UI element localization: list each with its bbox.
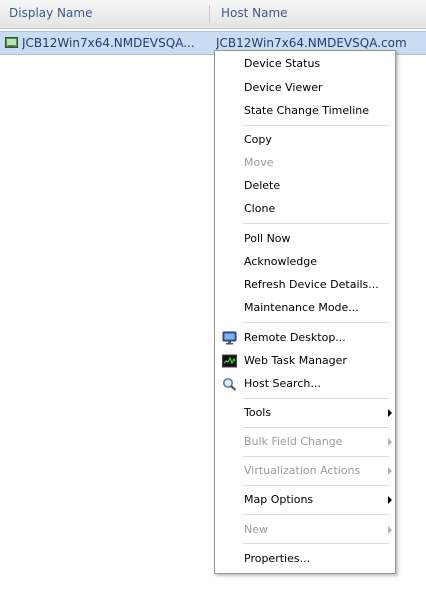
- menu-item-label: Maintenance Mode...: [244, 301, 359, 314]
- menu-item-label: State Change Timeline: [244, 104, 369, 117]
- menu-item-device-viewer[interactable]: Device Viewer: [215, 77, 395, 99]
- menu-item-label: Host Search...: [244, 377, 321, 390]
- menu-separator: [243, 514, 389, 515]
- submenu-arrow-icon: [388, 496, 392, 504]
- table-header: Display Name Host Name: [0, 0, 426, 29]
- menu-item-maintenance-mode[interactable]: Maintenance Mode...: [215, 297, 395, 319]
- menu-item-state-change-timeline[interactable]: State Change Timeline: [215, 100, 395, 122]
- menu-item-label: Map Options: [244, 493, 314, 506]
- menu-separator: [243, 456, 389, 457]
- menu-item-label: Move: [244, 156, 274, 169]
- menu-item-label: Copy: [244, 133, 272, 146]
- menu-item-label: New: [244, 523, 268, 536]
- menu-item-device-status[interactable]: Device Status: [215, 53, 395, 75]
- menu-item-host-search[interactable]: Host Search...: [215, 373, 395, 395]
- magnifier-icon: [223, 378, 237, 391]
- device-icon: [5, 37, 18, 48]
- menu-item-tools[interactable]: Tools: [215, 402, 395, 424]
- menu-item-label: Device Status: [244, 57, 321, 70]
- menu-item-label: Properties...: [244, 552, 311, 565]
- submenu-arrow-icon: [388, 526, 392, 534]
- monitor-icon: [222, 331, 237, 345]
- menu-item-label: Web Task Manager: [244, 354, 347, 367]
- menu-item-label: Tools: [244, 406, 272, 419]
- menu-item-copy[interactable]: Copy: [215, 129, 395, 151]
- menu-item-move: Move: [215, 152, 395, 174]
- menu-item-map-options[interactable]: Map Options: [215, 489, 395, 511]
- menu-item-acknowledge[interactable]: Acknowledge: [215, 251, 395, 273]
- display-name-cell: JCB12Win7x64.NMDEVSQA...: [22, 36, 195, 50]
- menu-item-label: Refresh Device Details...: [244, 278, 379, 291]
- column-header-host-name[interactable]: Host Name: [221, 0, 288, 28]
- menu-item-label: Acknowledge: [244, 255, 318, 268]
- menu-item-refresh-device-details[interactable]: Refresh Device Details...: [215, 274, 395, 296]
- menu-item-label: Poll Now: [244, 232, 291, 245]
- menu-separator: [243, 398, 389, 399]
- submenu-arrow-icon: [388, 467, 392, 475]
- menu-item-delete[interactable]: Delete: [215, 175, 395, 197]
- menu-item-virtualization-actions: Virtualization Actions: [215, 460, 395, 482]
- task-manager-icon: [222, 354, 237, 368]
- menu-item-poll-now[interactable]: Poll Now: [215, 228, 395, 250]
- menu-item-label: Virtualization Actions: [244, 464, 361, 477]
- menu-item-bulk-field-change: Bulk Field Change: [215, 431, 395, 453]
- menu-item-label: Device Viewer: [244, 81, 323, 94]
- menu-item-new: New: [215, 519, 395, 541]
- menu-separator: [243, 427, 389, 428]
- menu-item-label: Delete: [244, 179, 281, 192]
- menu-separator: [243, 485, 389, 486]
- menu-item-label: Remote Desktop...: [244, 331, 346, 344]
- context-menu: Device Status Device Viewer State Change…: [214, 50, 396, 574]
- menu-item-label: Bulk Field Change: [244, 435, 343, 448]
- menu-item-web-task-manager[interactable]: Web Task Manager: [215, 350, 395, 372]
- menu-item-label: Clone: [244, 202, 276, 215]
- column-header-display-name[interactable]: Display Name: [9, 0, 92, 28]
- submenu-arrow-icon: [388, 409, 392, 417]
- submenu-arrow-icon: [388, 438, 392, 446]
- menu-separator: [243, 223, 389, 224]
- menu-separator: [243, 543, 389, 544]
- menu-separator: [243, 125, 389, 126]
- menu-separator: [243, 322, 389, 323]
- menu-item-properties[interactable]: Properties...: [215, 548, 395, 570]
- menu-item-clone[interactable]: Clone: [215, 198, 395, 220]
- menu-item-remote-desktop[interactable]: Remote Desktop...: [215, 327, 395, 349]
- column-divider[interactable]: [209, 5, 210, 23]
